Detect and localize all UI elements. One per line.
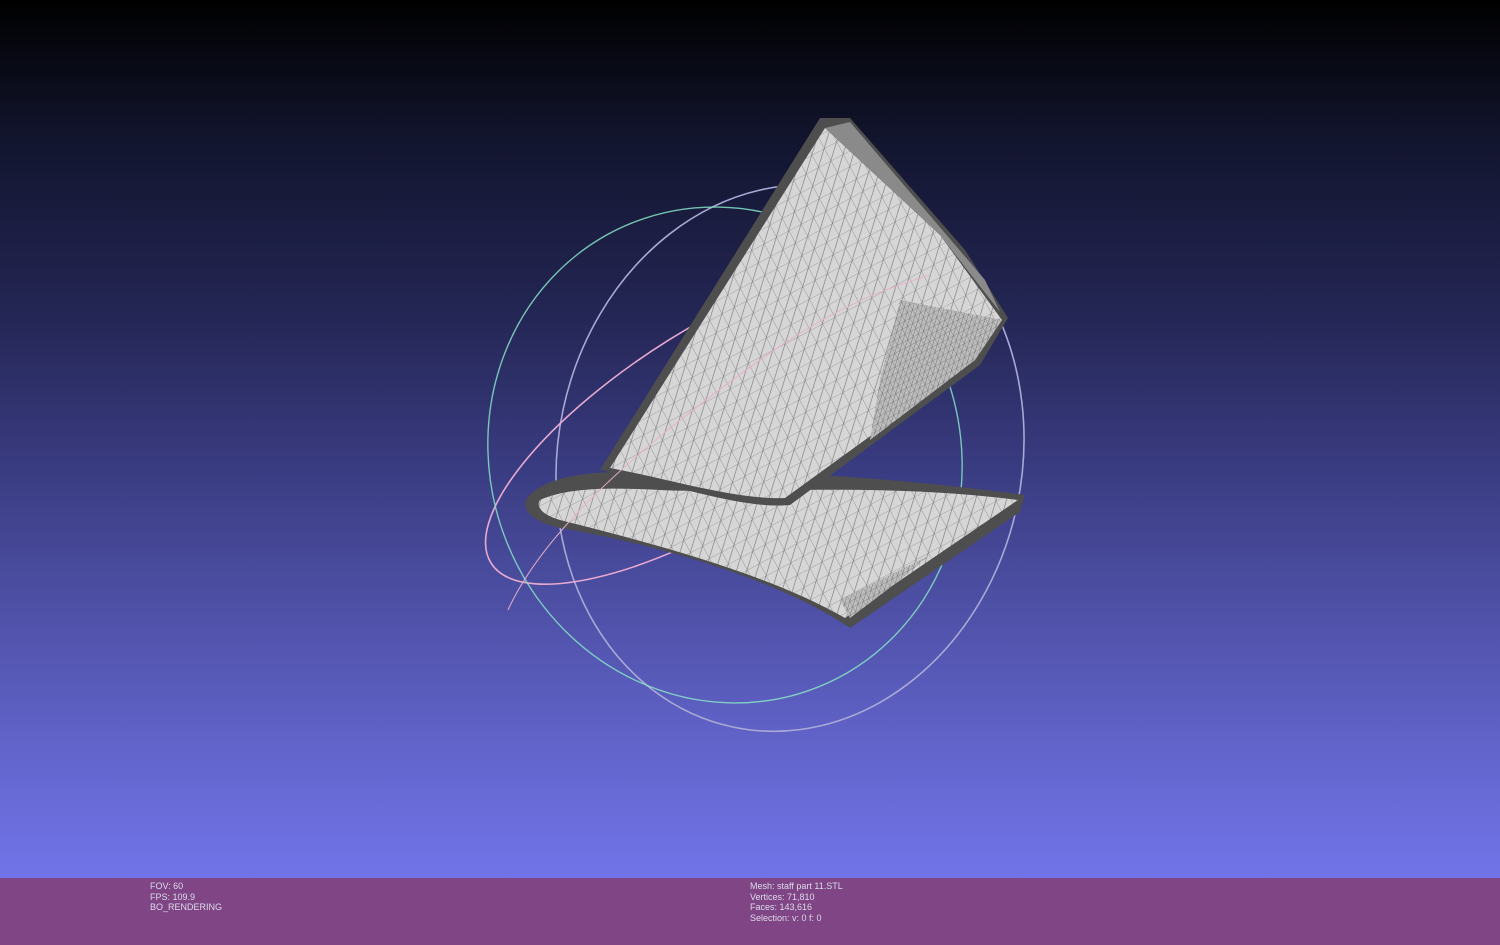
face-count: Faces: 143,616 [750,902,813,912]
fps-readout: FPS: 109.9 [150,891,196,902]
mesh-info: Mesh: staff part 11.STL Vertices: 71,810… [750,881,843,923]
selection-count: Selection: v: 0 f: 0 [750,912,822,923]
vertex-count: Vertices: 71,810 [750,891,815,902]
status-bar: FOV: 60 FPS: 109.9 BO_RENDERING Mesh: st… [0,878,1500,945]
3d-viewport[interactable] [0,0,1500,878]
mesh-name: Mesh: staff part 11.STL [750,881,843,891]
mesh-scene[interactable] [0,0,1500,878]
render-mode-label: BO_RENDERING [150,902,223,912]
render-info: FOV: 60 FPS: 109.9 BO_RENDERING [150,881,222,913]
fov-readout: FOV: 60 [150,881,184,891]
